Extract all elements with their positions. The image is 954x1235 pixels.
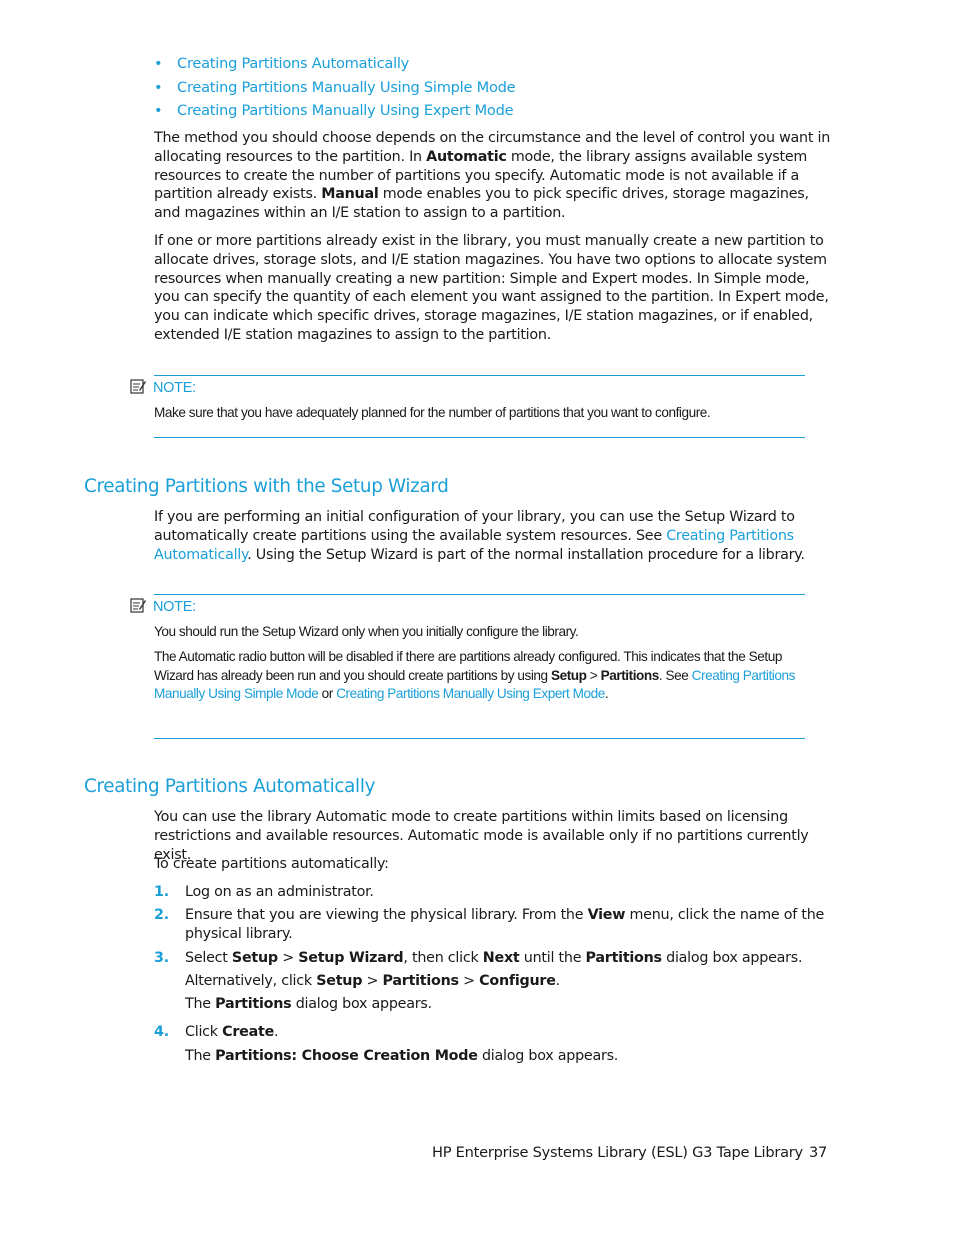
list-item: • Creating Partitions Automatically	[154, 53, 515, 77]
note-icon	[130, 379, 146, 394]
bullet-icon: •	[154, 55, 163, 72]
note-text: Make sure that you have adequately plann…	[154, 405, 711, 420]
list-item: • Creating Partitions Manually Using Expe…	[154, 100, 515, 124]
step-number: 4.	[154, 1024, 169, 1040]
procedure-step: 1. Log on as an administrator.	[154, 883, 834, 903]
note-text: You should run the Setup Wizard only whe…	[154, 624, 579, 639]
section-heading-setup-wizard: Creating Partitions with the Setup Wizar…	[84, 476, 449, 497]
step-text: Log on as an administrator.	[185, 884, 374, 900]
link-simple-mode[interactable]: Creating Partitions Manually Using Simpl…	[177, 79, 516, 96]
procedure-step: 2. Ensure that you are viewing the physi…	[154, 906, 834, 946]
step-number: 1.	[154, 884, 169, 900]
step-number: 3.	[154, 950, 169, 966]
intro-paragraph-2: If one or more partitions already exist …	[154, 233, 829, 343]
step-result-text: The Partitions: Choose Creation Mode dia…	[185, 1048, 619, 1064]
note-divider-top	[154, 375, 805, 376]
procedure-intro: To create partitions automatically:	[154, 856, 389, 872]
section-heading-automatically: Creating Partitions Automatically	[84, 776, 376, 797]
document-page: • Creating Partitions Automatically • Crea…	[0, 0, 954, 1235]
footer-title: HP Enterprise Systems Library (ESL) G3 T…	[432, 1144, 803, 1161]
intro-paragraph-1: The method you should choose depends on …	[154, 130, 831, 222]
step-number: 2.	[154, 907, 169, 923]
link-creating-partitions-automatically[interactable]: Creating Partitions Automatically	[177, 55, 409, 72]
page-number: 37	[809, 1144, 828, 1161]
note-label: NOTE:	[130, 378, 196, 396]
step-text: Click Create.	[185, 1024, 279, 1040]
note-icon	[130, 598, 146, 613]
note-divider-bottom	[154, 437, 805, 438]
procedure-step: 3. Select Setup > Setup Wizard, then cli…	[154, 949, 834, 1019]
procedure-step: 4. Click Create. The Partitions: Choose …	[154, 1023, 834, 1068]
link-expert-mode[interactable]: Creating Partitions Manually Using Exper…	[177, 102, 514, 119]
note-divider-bottom	[154, 738, 805, 739]
bullet-icon: •	[154, 78, 163, 96]
link-expert-mode[interactable]: Creating Partitions Manually Using Exper…	[336, 686, 605, 701]
note-divider-top	[154, 594, 805, 595]
related-topics-list: • Creating Partitions Automatically • Crea…	[154, 53, 516, 124]
step-alternative-text: Alternatively, click Setup > Partitions …	[185, 973, 560, 989]
step-text: Ensure that you are viewing the physical…	[185, 907, 825, 942]
setup-wizard-paragraph: If you are performing an initial configu…	[154, 509, 805, 563]
note-label: NOTE:	[130, 597, 196, 615]
list-item: • Creating Partitions Manually Using Simp…	[154, 77, 516, 101]
note-text: The Automatic radio button will be disab…	[154, 649, 795, 701]
step-text: Select Setup > Setup Wizard, then click …	[185, 950, 803, 966]
step-result-text: The Partitions dialog box appears.	[185, 996, 432, 1012]
bullet-icon: •	[154, 102, 163, 119]
